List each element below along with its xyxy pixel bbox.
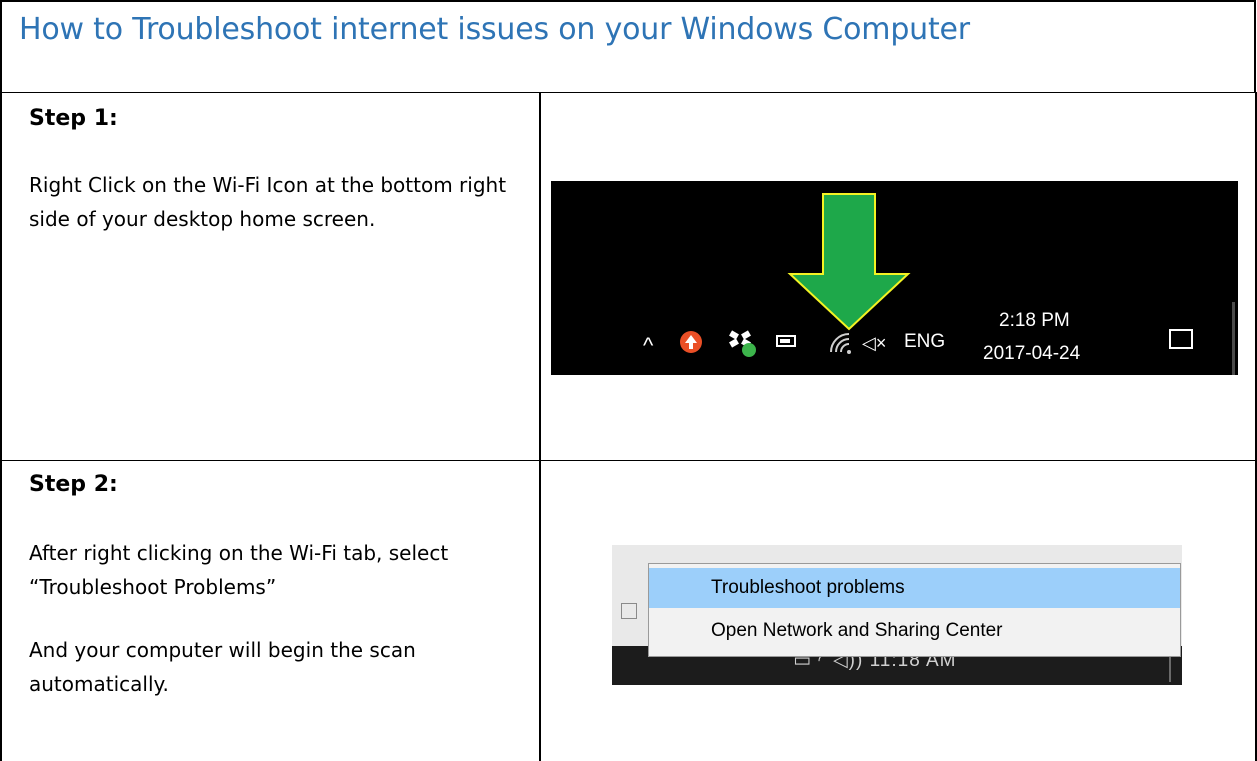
menu-item-troubleshoot-problems[interactable]: Troubleshoot problems xyxy=(649,568,1180,608)
menu-item-open-network-center[interactable]: Open Network and Sharing Center xyxy=(649,611,1180,651)
step-2-followup: And your computer will begin the scan au… xyxy=(29,638,416,696)
step-2-instruction: After right clicking on the Wi-Fi tab, s… xyxy=(29,541,449,599)
step-1-image-cell: ^ ◁× ENG 2:18 PM 2017-04-24 xyxy=(539,92,1257,461)
clock-date: 2017-04-24 xyxy=(983,343,1081,364)
step-1-heading: Step 1: xyxy=(29,106,118,131)
step-2-heading: Step 2: xyxy=(29,472,118,497)
sync-check-icon xyxy=(742,343,756,357)
up-arrow-icon xyxy=(680,331,702,353)
document-icon xyxy=(621,603,637,619)
step-1-text-cell: Step 1: Right Click on the Wi-Fi Icon at… xyxy=(0,92,541,461)
taskbar-screenshot: ^ ◁× ENG 2:18 PM 2017-04-24 xyxy=(551,181,1238,375)
speaker-muted-icon: ◁× xyxy=(862,333,887,353)
show-hidden-icons-caret: ^ xyxy=(643,333,654,358)
context-menu-screenshot: ⌃ ▭ ◜ ◁)) 11:18 AM Troubleshoot problems… xyxy=(612,545,1182,685)
instruction-table: How to Troubleshoot internet issues on y… xyxy=(0,0,1257,761)
title-row: How to Troubleshoot internet issues on y… xyxy=(0,0,1256,93)
green-down-arrow-icon xyxy=(787,193,911,331)
page-title: How to Troubleshoot internet issues on y… xyxy=(19,12,970,47)
wifi-icon xyxy=(830,333,851,354)
show-desktop-divider xyxy=(1232,302,1235,375)
wifi-context-menu: Troubleshoot problems Open Network and S… xyxy=(648,563,1181,657)
notification-icon xyxy=(1169,329,1193,349)
step-1-instruction: Right Click on the Wi-Fi Icon at the bot… xyxy=(29,173,507,231)
clock-time: 2:18 PM xyxy=(999,310,1070,331)
language-indicator: ENG xyxy=(904,331,946,352)
step-2-image-cell: ⌃ ▭ ◜ ◁)) 11:18 AM Troubleshoot problems… xyxy=(539,460,1257,761)
battery-icon xyxy=(776,335,796,347)
step-2-text-cell: Step 2: After right clicking on the Wi-F… xyxy=(0,460,541,761)
